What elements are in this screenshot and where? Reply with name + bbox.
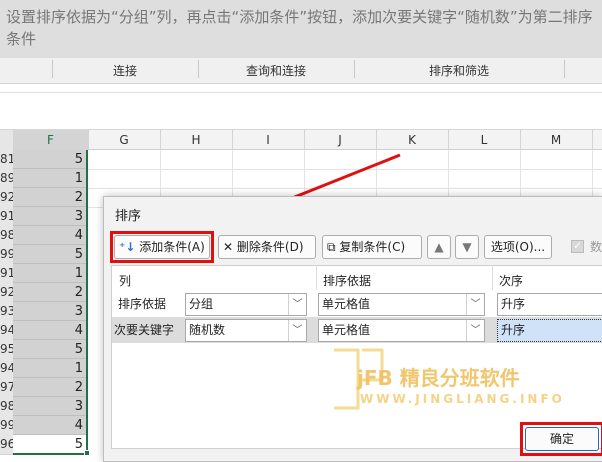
header-checkbox-label: 数 <box>590 240 602 254</box>
delete-condition-label: 删除条件(D) <box>236 240 304 254</box>
move-up-button[interactable]: ▲ <box>427 235 451 259</box>
chevron-down-icon: ﹀ <box>466 320 484 341</box>
sort-on-header-label: 排序依据 <box>323 274 372 288</box>
triangle-down-icon: ▼ <box>462 240 472 254</box>
delete-x-icon: ✕ <box>223 240 234 254</box>
watermark-url: WWW.JINGLIANG.INFO <box>360 392 565 406</box>
chevron-down-icon: ﹀ <box>288 320 306 341</box>
chevron-down-icon: ﹀ <box>466 294 484 315</box>
column-select-1[interactable]: 分组 ﹀ <box>185 293 307 316</box>
column-value: 分组 <box>189 297 214 311</box>
sort-dialog: 排序 ⁺↓ 添加条件(A) ✕ 删除条件(D) ⧉ 复制条件(C) ▲ ▼ 选项… <box>103 196 602 462</box>
order-value: 升序 <box>501 297 526 311</box>
sort-by-label: 排序依据 <box>118 297 167 311</box>
options-button[interactable]: 选项(O)... <box>484 235 552 259</box>
header-checkbox[interactable]: ✓ <box>571 240 584 253</box>
sort-on-value: 单元格值 <box>322 323 371 337</box>
column-value: 随机数 <box>189 323 226 337</box>
highlight-box <box>520 422 602 456</box>
column-header-label: 列 <box>119 274 132 288</box>
order-value: 升序 <box>501 323 526 337</box>
column-select-2[interactable]: 随机数 ﹀ <box>185 319 307 342</box>
watermark-brand: jFB 精良分班软件 <box>357 366 520 390</box>
sort-on-select-1[interactable]: 单元格值 ﹀ <box>318 293 485 316</box>
order-select-1[interactable]: 升序 <box>497 293 602 316</box>
condition-row-2[interactable]: 次要关键字 随机数 ﹀ 单元格值 ﹀ 升序 <box>112 317 602 343</box>
sort-on-value: 单元格值 <box>322 297 371 311</box>
sort-on-select-2[interactable]: 单元格值 ﹀ <box>318 319 485 342</box>
order-header-label: 次序 <box>499 274 524 288</box>
condition-row-1[interactable]: 排序依据 分组 ﹀ 单元格值 ﹀ 升序 <box>112 291 602 317</box>
copy-condition-label: 复制条件(C) <box>339 240 406 254</box>
then-by-label: 次要关键字 <box>114 323 175 337</box>
delete-condition-button[interactable]: ✕ 删除条件(D) <box>218 235 316 259</box>
dialog-title: 排序 <box>115 209 142 224</box>
move-down-button[interactable]: ▼ <box>455 235 479 259</box>
chevron-down-icon: ﹀ <box>288 294 306 315</box>
order-select-2[interactable]: 升序 <box>497 319 602 342</box>
copy-condition-button[interactable]: ⧉ 复制条件(C) <box>322 235 422 259</box>
copy-icon: ⧉ <box>327 240 336 254</box>
highlight-box <box>110 231 214 263</box>
triangle-up-icon: ▲ <box>434 240 444 254</box>
